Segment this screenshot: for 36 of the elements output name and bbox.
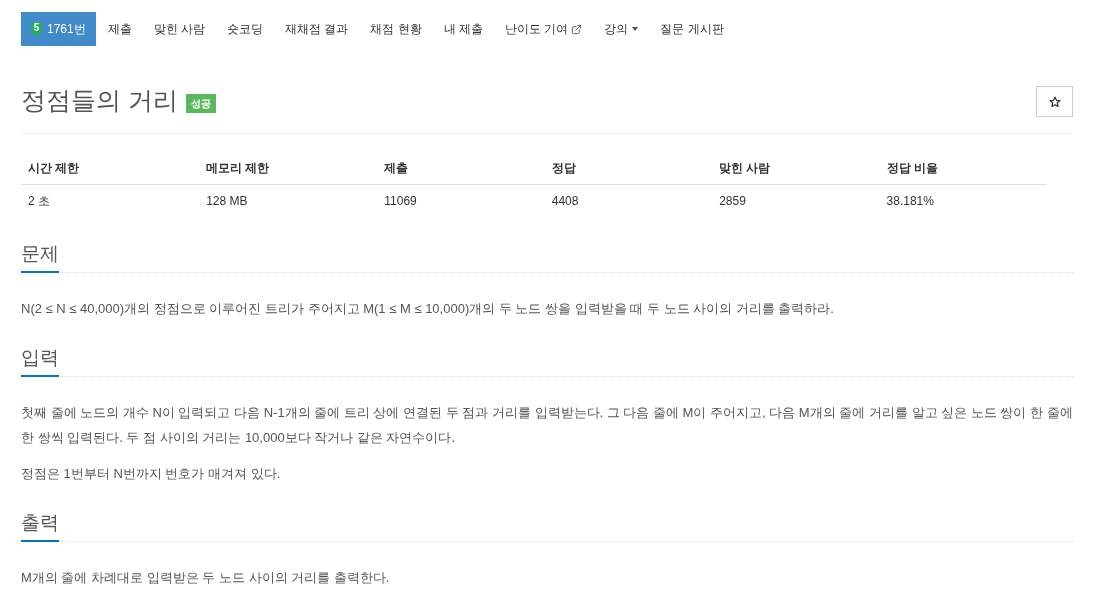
table-cell: 128 MB — [199, 184, 378, 217]
nav-tab[interactable]: 재채점 결과 — [275, 12, 359, 46]
section-heading: 입력 — [21, 347, 59, 377]
column-header: 메모리 제한 — [199, 153, 378, 185]
paragraph: M개의 줄에 차례대로 입력받은 두 노드 사이의 거리를 출력한다. — [21, 569, 391, 587]
nav-tab[interactable]: 숏코딩 — [217, 12, 274, 46]
result-label: 성공 — [185, 93, 216, 113]
paragraph: N(2 ≤ N ≤ 40,000)개의 정점으로 이루어진 트리가 주어지고 M(1 ≤ M ≤ 10,000)개의 두 노드 쌍을 입력받을 때 두 노드 사이의 거리를 출력하라. — [21, 300, 835, 318]
column-header: 맞힌 사람 — [712, 153, 880, 185]
section-heading: 문제 — [21, 243, 59, 273]
problem-title: 정점들의 거리 — [21, 84, 178, 116]
table-cell: 4408 — [544, 184, 713, 217]
star-icon — [1048, 95, 1061, 108]
tier-badge: 5 — [31, 21, 42, 37]
favorite-button[interactable] — [1036, 86, 1073, 117]
nav-tab[interactable]: 맞힌 사람 — [143, 12, 216, 46]
external-link-icon — [571, 23, 583, 35]
nav-tab[interactable]: 제출 — [97, 12, 142, 46]
nav-tab[interactable]: 5 1761번 — [21, 12, 96, 46]
column-header: 제출 — [377, 153, 545, 185]
column-header: 정답 비율 — [879, 153, 1047, 185]
table-cell: 2 초 — [21, 184, 200, 217]
table-cell: 38.181% — [879, 184, 1047, 217]
nav-tab[interactable]: 내 제출 — [433, 12, 494, 46]
paragraph: 첫째 줄에 노드의 개수 N이 입력되고 다음 N-1개의 줄에 트리 상에 연결된 두 점과 거리를 입력받는다. 그 다음 줄에 M이 주어지고, 다음 M개의 줄에 거리를 알고 싶은 노드 쌍이 한 줄에 한 쌍씩 입력된다. 두 점 사이의 거리는 10,000보다 작거나 같은 자연수이다. — [21, 404, 1073, 447]
caret-icon — [632, 27, 639, 31]
nav-tab[interactable]: 채점 현황 — [360, 12, 432, 46]
nav-tab[interactable]: 난이도 기여 — [495, 12, 593, 46]
table-cell: 11069 — [377, 184, 545, 217]
table-cell: 2859 — [712, 184, 880, 217]
nav-tab[interactable]: 강의 — [594, 12, 649, 46]
section-heading: 출력 — [21, 512, 59, 542]
column-header: 시간 제한 — [21, 153, 200, 185]
column-header: 정답 — [544, 153, 713, 185]
nav-tab[interactable]: 질문 게시판 — [650, 12, 734, 46]
paragraph: 정점은 1번부터 N번까지 번호가 매겨져 있다. — [21, 465, 282, 483]
